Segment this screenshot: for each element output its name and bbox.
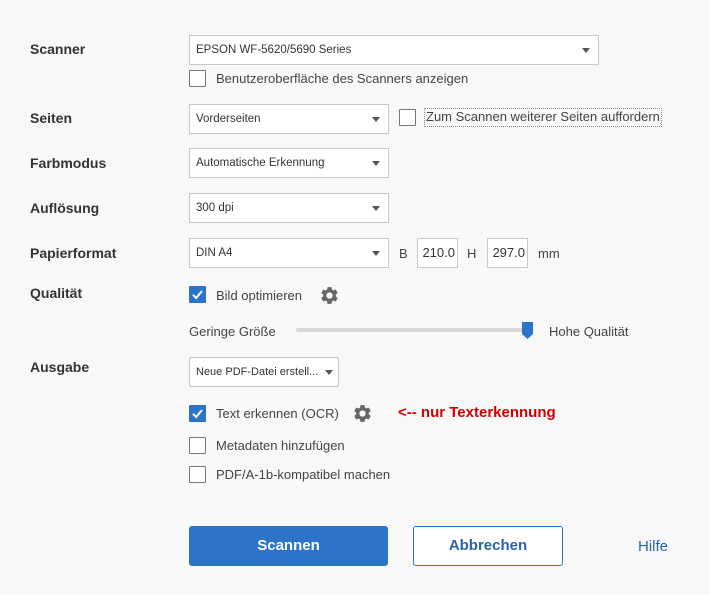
quality-label: Qualität [30, 285, 83, 301]
chevron-down-icon [372, 117, 380, 122]
pdfa-label: PDF/A-1b-kompatibel machen [216, 467, 391, 482]
output-label: Ausgabe [30, 359, 90, 375]
output-select[interactable]: Neue PDF-Datei erstell... [189, 357, 339, 387]
chevron-down-icon [582, 48, 590, 53]
resolution-label: Auflösung [30, 200, 100, 216]
show-scanner-ui-checkbox[interactable] [189, 70, 206, 87]
optimize-image-label: Bild optimieren [216, 288, 302, 303]
paper-format-value: DIN A4 [196, 247, 233, 259]
ocr-checkbox[interactable] [189, 405, 206, 422]
pdfa-checkbox[interactable] [189, 466, 206, 483]
paper-unit-label: mm [538, 246, 560, 261]
ocr-annotation: <-- nur Texterkennung [398, 404, 556, 421]
quality-slider-handle[interactable] [522, 322, 533, 339]
output-value: Neue PDF-Datei erstell... [196, 366, 319, 378]
scanner-select[interactable]: EPSON WF-5620/5690 Series [189, 35, 599, 65]
pages-select[interactable]: Vorderseiten [189, 104, 389, 134]
paper-width-label: B [399, 246, 408, 261]
gear-icon[interactable] [352, 403, 373, 424]
quality-slider-track[interactable] [296, 328, 528, 332]
slider-min-label: Geringe Größe [189, 324, 276, 339]
paper-height-input[interactable]: 297.0 [487, 238, 528, 268]
cancel-button[interactable]: Abbrechen [413, 526, 563, 566]
paper-width-input[interactable]: 210.0 [417, 238, 458, 268]
paper-format-select[interactable]: DIN A4 [189, 238, 389, 268]
ocr-label: Text erkennen (OCR) [216, 406, 339, 421]
checkmark-icon [192, 290, 203, 300]
metadata-label: Metadaten hinzufügen [216, 438, 345, 453]
slider-max-label: Hohe Qualität [549, 324, 629, 339]
chevron-down-icon [325, 370, 333, 375]
scanner-label: Scanner [30, 41, 86, 57]
gear-icon[interactable] [319, 285, 340, 306]
checkmark-icon [192, 409, 203, 419]
paper-height-label: H [467, 246, 477, 261]
resolution-select[interactable]: 300 dpi [189, 193, 389, 223]
pages-label: Seiten [30, 110, 73, 126]
scanner-value: EPSON WF-5620/5690 Series [196, 44, 352, 56]
paper-format-label: Papierformat [30, 245, 117, 261]
optimize-image-checkbox[interactable] [189, 286, 206, 303]
pages-value: Vorderseiten [196, 113, 261, 125]
chevron-down-icon [372, 161, 380, 166]
color-mode-select[interactable]: Automatische Erkennung [189, 148, 389, 178]
metadata-checkbox[interactable] [189, 437, 206, 454]
resolution-value: 300 dpi [196, 202, 234, 214]
help-link[interactable]: Hilfe [638, 538, 668, 555]
prompt-more-pages-checkbox[interactable] [399, 109, 416, 126]
scan-button[interactable]: Scannen [189, 526, 388, 566]
chevron-down-icon [372, 206, 380, 211]
color-mode-label: Farbmodus [30, 155, 107, 171]
color-mode-value: Automatische Erkennung [196, 157, 325, 169]
show-scanner-ui-label: Benutzeroberfläche des Scanners anzeigen [216, 71, 469, 86]
prompt-more-pages-label: Zum Scannen weiterer Seiten auffordern [424, 108, 662, 127]
chevron-down-icon [372, 251, 380, 256]
